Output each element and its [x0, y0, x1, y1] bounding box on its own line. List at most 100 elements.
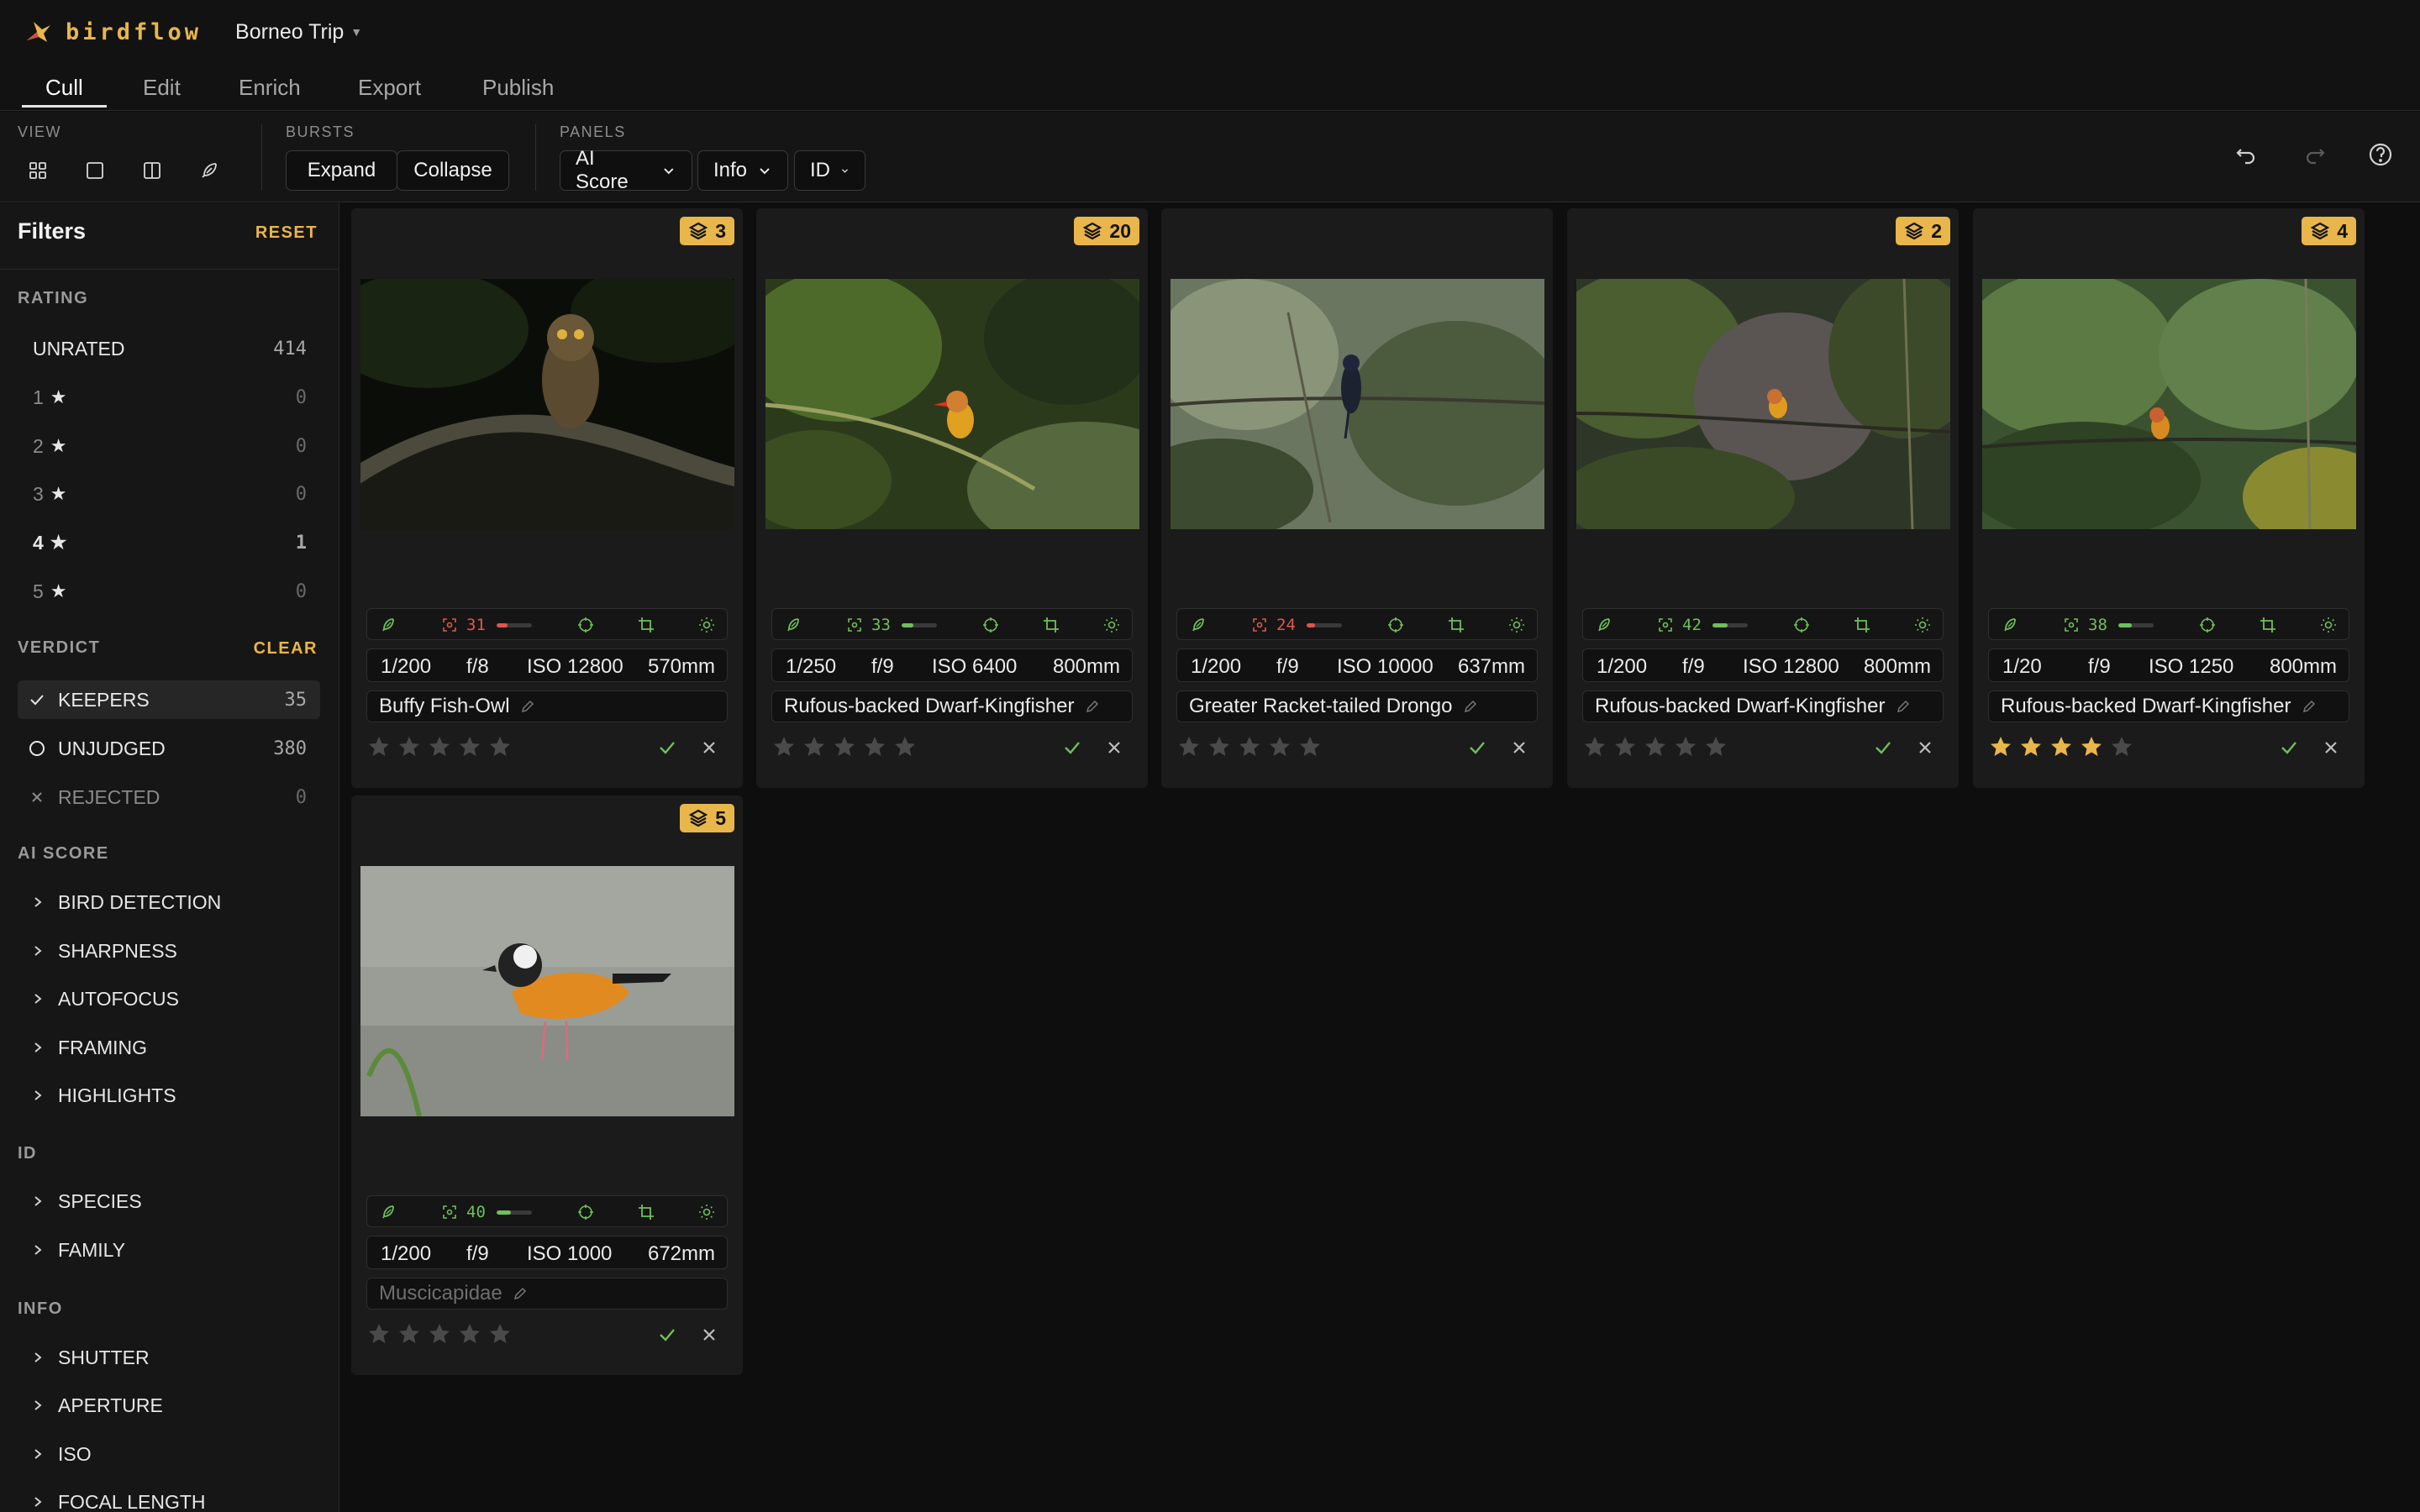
filter-focal-length[interactable]: FOCAL LENGTH	[18, 1483, 206, 1512]
star-rating[interactable]	[366, 734, 518, 763]
rating-2[interactable]: 2 ★ 0	[18, 427, 320, 465]
species-field[interactable]: Rufous-backed Dwarf-Kingfisher	[771, 690, 1133, 722]
rating-4[interactable]: 4 ★ 1	[18, 523, 320, 562]
star-icon[interactable]	[1582, 734, 1607, 759]
star-icon[interactable]	[427, 1321, 452, 1347]
pencil-icon[interactable]	[2302, 699, 2317, 714]
photo-card[interactable]: 2 42 1/200 f/9 ISO 12800 800mm Rufous-ba…	[1567, 208, 1959, 788]
filter-autofocus[interactable]: AUTOFOCUS	[18, 980, 179, 1017]
keep-check-icon[interactable]	[2277, 736, 2301, 759]
star-icon[interactable]	[487, 1321, 513, 1347]
id-panel-dropdown[interactable]: ID	[794, 150, 865, 191]
star-icon[interactable]	[457, 1321, 482, 1347]
keep-check-icon[interactable]	[1465, 736, 1489, 759]
filter-aperture[interactable]: APERTURE	[18, 1387, 163, 1424]
star-icon[interactable]	[1267, 734, 1292, 759]
undo-icon[interactable]	[2232, 139, 2262, 170]
species-field[interactable]: Buffy Fish-Owl	[366, 690, 728, 722]
reset-filters-button[interactable]: RESET	[255, 223, 318, 243]
star-rating[interactable]	[771, 734, 923, 763]
star-icon[interactable]	[1237, 734, 1262, 759]
expand-bursts-button[interactable]: Expand	[286, 150, 397, 191]
keep-check-icon[interactable]	[1871, 736, 1895, 759]
photo-card[interactable]: 20 33 1/250 f/9 ISO 6400 800mm Rufous-ba…	[756, 208, 1148, 788]
rating-1[interactable]: 1 ★ 0	[18, 378, 320, 417]
star-icon[interactable]	[1612, 734, 1638, 759]
star-icon[interactable]	[1176, 734, 1202, 759]
star-icon[interactable]	[862, 734, 887, 759]
burst-badge[interactable]: 20	[1074, 217, 1139, 245]
keep-check-icon[interactable]	[655, 1323, 679, 1347]
star-icon[interactable]	[2079, 734, 2104, 759]
star-rating[interactable]	[1176, 734, 1328, 763]
burst-badge[interactable]: 2	[1896, 217, 1950, 245]
photo-thumbnail[interactable]	[1171, 279, 1544, 529]
bird-view-button[interactable]	[191, 152, 228, 189]
reject-x-icon[interactable]	[2319, 736, 2343, 759]
star-icon[interactable]	[1297, 734, 1323, 759]
rating-3[interactable]: 3 ★ 0	[18, 475, 320, 513]
tab-enrich[interactable]: Enrich	[215, 71, 324, 108]
ai-score-panel-dropdown[interactable]: AI Score	[560, 147, 692, 193]
verdict-rejected[interactable]: REJECTED 0	[18, 778, 320, 816]
photo-thumbnail[interactable]	[360, 866, 734, 1116]
star-icon[interactable]	[487, 734, 513, 759]
project-selector[interactable]: Borneo Trip ▼	[235, 20, 362, 45]
reject-x-icon[interactable]	[1913, 736, 1937, 759]
info-panel-dropdown[interactable]: Info	[697, 150, 788, 191]
rating-unrated[interactable]: UNRATED 414	[18, 329, 320, 368]
compare-view-button[interactable]	[134, 152, 171, 189]
photo-thumbnail[interactable]	[1982, 279, 2356, 529]
redo-icon[interactable]	[2299, 139, 2329, 170]
filter-shutter[interactable]: SHUTTER	[18, 1339, 150, 1376]
species-field[interactable]: Rufous-backed Dwarf-Kingfisher	[1582, 690, 1944, 722]
reject-x-icon[interactable]	[697, 736, 721, 759]
species-field[interactable]: Muscicapidae	[366, 1278, 728, 1310]
star-icon[interactable]	[1673, 734, 1698, 759]
tab-edit[interactable]: Edit	[119, 71, 204, 108]
star-icon[interactable]	[397, 1321, 422, 1347]
single-view-button[interactable]	[76, 152, 113, 189]
tab-export[interactable]: Export	[334, 71, 445, 108]
reject-x-icon[interactable]	[697, 1323, 721, 1347]
verdict-keepers[interactable]: KEEPERS 35	[18, 680, 320, 719]
pencil-icon[interactable]	[1896, 699, 1911, 714]
star-icon[interactable]	[771, 734, 797, 759]
filter-sharpness[interactable]: SHARPNESS	[18, 932, 177, 969]
star-icon[interactable]	[457, 734, 482, 759]
star-icon[interactable]	[1988, 734, 2013, 759]
photo-thumbnail[interactable]	[360, 279, 734, 529]
star-icon[interactable]	[366, 1321, 392, 1347]
pencil-icon[interactable]	[1085, 699, 1100, 714]
star-icon[interactable]	[832, 734, 857, 759]
photo-card[interactable]: 4 38 1/20 f/9 ISO 1250 800mm Rufous-back…	[1973, 208, 2365, 788]
pencil-icon[interactable]	[1463, 699, 1478, 714]
filter-family[interactable]: FAMILY	[18, 1231, 125, 1268]
star-icon[interactable]	[892, 734, 918, 759]
verdict-unjudged[interactable]: UNJUDGED 380	[18, 729, 320, 768]
star-rating[interactable]	[1988, 734, 2139, 763]
star-icon[interactable]	[802, 734, 827, 759]
pencil-icon[interactable]	[520, 699, 535, 714]
star-icon[interactable]	[2049, 734, 2074, 759]
reject-x-icon[interactable]	[1102, 736, 1126, 759]
star-icon[interactable]	[1703, 734, 1728, 759]
filter-bird-detection[interactable]: BIRD DETECTION	[18, 884, 221, 921]
star-icon[interactable]	[2109, 734, 2134, 759]
star-icon[interactable]	[2018, 734, 2044, 759]
star-icon[interactable]	[1643, 734, 1668, 759]
tab-cull[interactable]: Cull	[22, 71, 107, 108]
rating-5[interactable]: 5 ★ 0	[18, 572, 320, 611]
help-icon[interactable]	[2365, 139, 2396, 170]
star-icon[interactable]	[397, 734, 422, 759]
star-icon[interactable]	[366, 734, 392, 759]
burst-badge[interactable]: 4	[2302, 217, 2356, 245]
photo-card[interactable]: 3 31 1/200 f/8 ISO 12800 570mm Buffy Fis…	[351, 208, 743, 788]
keep-check-icon[interactable]	[1060, 736, 1084, 759]
collapse-bursts-button[interactable]: Collapse	[397, 150, 509, 191]
species-field[interactable]: Greater Racket-tailed Drongo	[1176, 690, 1538, 722]
star-rating[interactable]	[366, 1321, 518, 1350]
photo-thumbnail[interactable]	[765, 279, 1139, 529]
reject-x-icon[interactable]	[1507, 736, 1531, 759]
filter-species[interactable]: SPECIES	[18, 1183, 142, 1220]
